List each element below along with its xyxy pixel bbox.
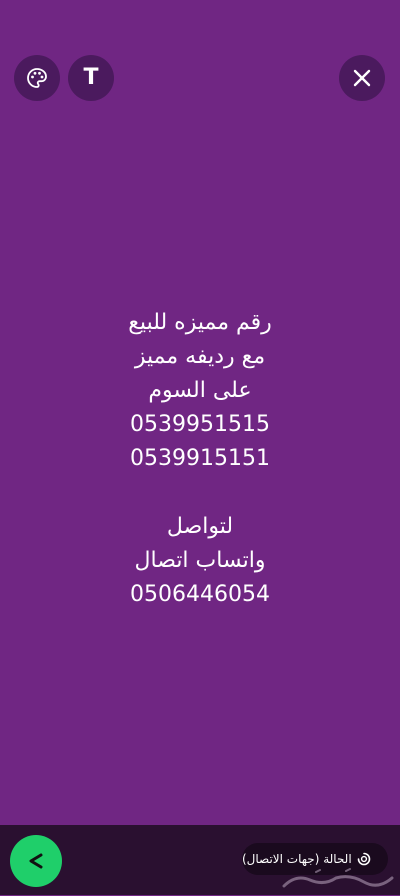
status-line: رقم مميزه للبيع [128, 310, 272, 335]
status-text: رقم مميزه للبيع مع رديفه مميز على السوم … [0, 306, 400, 612]
phone-number: 0539915151 [130, 446, 270, 471]
phone-number: 0506446054 [130, 582, 270, 607]
send-icon [29, 853, 43, 869]
send-button[interactable] [10, 835, 62, 887]
status-ring-icon [357, 852, 371, 866]
palette-icon [27, 68, 47, 88]
text-button-glyph: T [83, 65, 99, 90]
status-line: على السوم [148, 378, 252, 403]
status-line: واتساب اتصال [134, 548, 266, 573]
close-button[interactable] [339, 55, 385, 101]
status-line: مع رديفه مميز [134, 344, 266, 369]
palette-button[interactable] [14, 55, 60, 101]
recipient-label: الحالة (جهات الاتصال) [242, 852, 352, 866]
text-mode-button[interactable]: T [68, 55, 114, 101]
phone-number: 0539951515 [130, 412, 270, 437]
close-icon [353, 69, 371, 87]
status-line: لتواصل [166, 514, 234, 539]
haraj-watermark [276, 868, 396, 892]
